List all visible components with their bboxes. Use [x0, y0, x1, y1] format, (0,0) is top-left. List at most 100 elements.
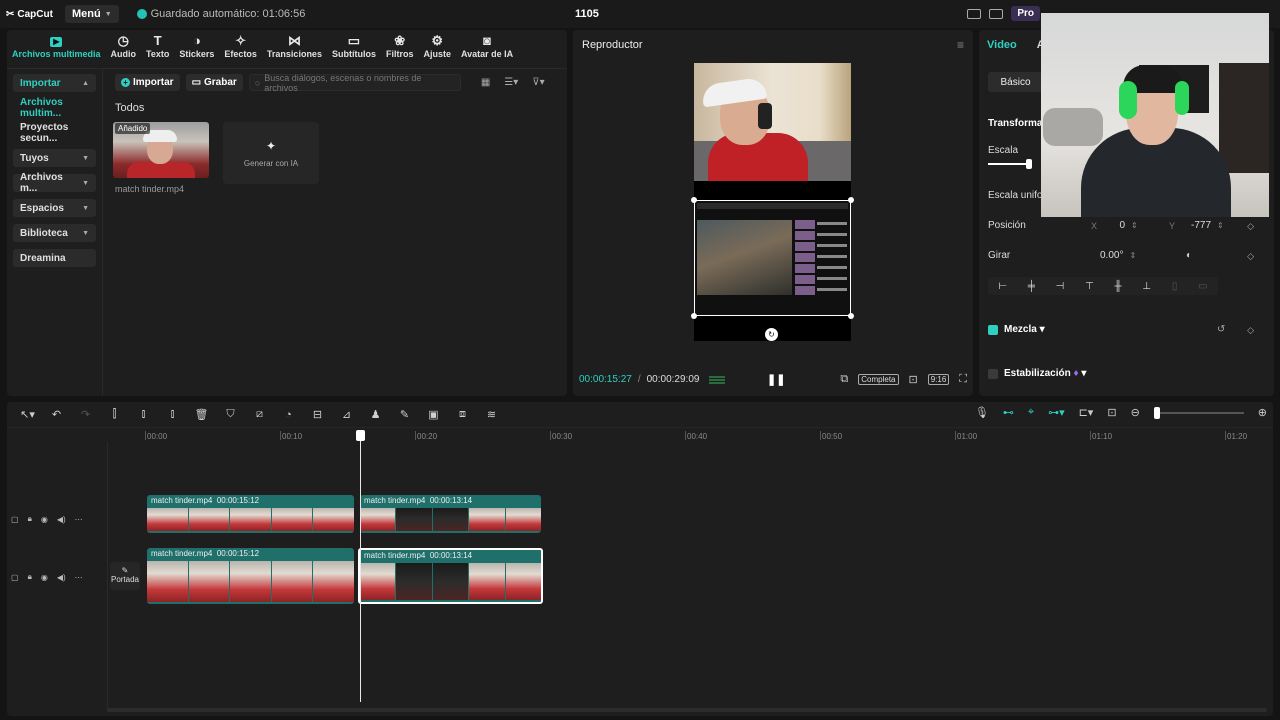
keyframe-icon[interactable]: ◇ — [1247, 221, 1254, 232]
audio-wave-icon[interactable]: ≋ — [477, 408, 506, 421]
delete-icon[interactable]: 🗑 — [187, 408, 216, 421]
remove-bg-icon[interactable]: ♟ — [361, 408, 390, 421]
fit-mode-button[interactable]: Completa — [858, 373, 899, 385]
filter-icon[interactable]: ⊽▾ — [532, 77, 544, 88]
rotate-dial-icon[interactable]: ◐ — [1186, 250, 1192, 261]
playhead[interactable] — [356, 430, 365, 702]
tab-video[interactable]: Video — [987, 39, 1017, 51]
resize-handle[interactable] — [848, 197, 854, 203]
volume-icon[interactable]: ◀) — [57, 573, 66, 582]
playhead-handle[interactable] — [356, 430, 365, 441]
link-icon[interactable]: ⊶▾ — [1048, 406, 1065, 419]
search-input[interactable]: ○ Busca diálogos, escenas o nombres de ar… — [248, 73, 461, 93]
fullscreen-icon[interactable]: ⛶ — [959, 373, 967, 386]
resize-handle[interactable] — [848, 313, 854, 319]
replace-icon[interactable]: ⧈ — [448, 408, 477, 421]
main-track-magnet-icon[interactable]: ⊷ — [1003, 406, 1014, 419]
split-right-icon[interactable]: ⫾ — [158, 408, 187, 421]
crop-tool-icon[interactable]: ⧄ — [245, 408, 274, 421]
align-center-v-icon[interactable]: ╫ — [1115, 281, 1122, 292]
timeline-clip[interactable]: match tinder.mp4 00:00:15:12 — [147, 548, 354, 604]
aspect-ratio-button[interactable]: 9:16 — [927, 373, 950, 385]
media-item[interactable]: Añadido match tinder.mp4 — [113, 122, 209, 194]
speed-icon[interactable]: ◔ — [274, 409, 303, 421]
layout-icon[interactable] — [967, 8, 982, 19]
scale-slider[interactable] — [988, 159, 1032, 169]
preview-axis-icon[interactable]: ⊏▾ — [1079, 406, 1094, 419]
freeze-icon[interactable]: ⊟ — [303, 408, 332, 421]
sidebar-item-archives[interactable]: Archivos m... ▼ — [13, 172, 96, 194]
more-icon[interactable]: ⋯ — [75, 573, 83, 582]
shortcuts-icon[interactable] — [989, 8, 1004, 19]
tab-transitions[interactable]: ⋈ Transiciones — [262, 34, 327, 62]
zoom-fit-icon[interactable]: ⊡ — [909, 373, 918, 386]
video-preview[interactable]: ↻ — [691, 63, 854, 341]
zoom-slider-knob[interactable] — [1153, 406, 1160, 419]
track-toggle-icon[interactable]: ▢ — [11, 515, 19, 524]
microphone-icon[interactable]: 🎙 — [975, 406, 989, 419]
pos-x-value[interactable]: 0 — [1103, 220, 1125, 231]
media-thumbnail[interactable]: Añadido — [113, 122, 209, 178]
zoom-slider[interactable] — [1153, 406, 1244, 419]
main-menu-button[interactable]: Menú ▼ — [64, 5, 119, 23]
hd-icon[interactable]: ▣ — [419, 408, 448, 421]
tab-media[interactable]: ▶ Archivos multimedia — [7, 37, 106, 62]
sidebar-item-library[interactable]: Biblioteca ▼ — [13, 224, 96, 242]
cover-button[interactable]: ✎ Portada — [110, 562, 140, 590]
lock-icon[interactable]: 🔒︎ — [28, 572, 32, 582]
sidebar-item-spaces[interactable]: Espacios ▼ — [13, 199, 96, 217]
resize-handle[interactable] — [691, 313, 697, 319]
timeline-clip-selected[interactable]: match tinder.mp4 00:00:13:14 — [358, 548, 543, 604]
marker-icon[interactable]: ⛉ — [216, 408, 245, 421]
sidebar-item-dreamina[interactable]: Dreamina — [13, 249, 96, 267]
crop-icon[interactable]: ⧉ — [840, 373, 848, 386]
tab-adjust[interactable]: ⚙ Ajuste — [418, 34, 456, 62]
zoom-in-icon[interactable]: ⊕ — [1258, 406, 1267, 419]
more-icon[interactable]: ⋯ — [75, 515, 83, 524]
zoom-out-icon[interactable]: ⊖ — [1131, 406, 1140, 419]
sidebar-item-import[interactable]: Importar ▲ — [13, 74, 96, 92]
reset-icon[interactable]: ↺ — [1217, 324, 1225, 335]
align-right-icon[interactable]: ⊣ — [1056, 281, 1065, 292]
align-left-icon[interactable]: ⊢ — [998, 281, 1007, 292]
scale-slider-knob[interactable] — [1026, 159, 1032, 169]
timeline-clip[interactable]: match tinder.mp4 00:00:13:14 — [360, 495, 541, 533]
import-button[interactable]: + Importar — [115, 74, 180, 91]
tab-filters[interactable]: ❀ Filtros — [381, 34, 419, 62]
hamburger-menu-icon[interactable]: ≡ — [957, 38, 964, 52]
magic-icon[interactable]: ✎ — [390, 408, 419, 421]
tab-effects[interactable]: ✧ Efectos — [219, 34, 262, 62]
auto-snap-icon[interactable]: ⌖ — [1028, 406, 1034, 419]
position-x-field[interactable]: X 0 ⇕ — [1091, 220, 1138, 231]
split-left-icon[interactable]: ⫾ — [129, 408, 158, 421]
volume-icon[interactable]: ◀) — [57, 515, 66, 524]
tab-audio[interactable]: ◷ Audio — [106, 34, 142, 62]
rotate-value[interactable]: 0.00° — [1100, 250, 1123, 261]
blend-checkbox[interactable] — [988, 325, 998, 335]
preview-screen-layer[interactable] — [694, 200, 851, 316]
tab-stickers[interactable]: ◑ Stickers — [174, 34, 219, 62]
align-center-h-icon[interactable]: ╪ — [1028, 281, 1035, 292]
stepper-icon[interactable]: ⇕ — [1217, 221, 1224, 230]
captions-icon[interactable]: ⊡ — [1107, 406, 1116, 419]
eye-icon[interactable]: ◉ — [41, 515, 48, 524]
timeline-clip[interactable]: match tinder.mp4 00:00:15:12 — [147, 495, 354, 533]
position-y-field[interactable]: Y -777 ⇕ — [1169, 220, 1224, 231]
tab-ai-avatar[interactable]: ◙ Avatar de IA — [456, 34, 518, 62]
resize-handle[interactable] — [691, 197, 697, 203]
grid-view-icon[interactable]: ▦ — [481, 77, 490, 88]
mirror-icon[interactable]: ⊿ — [332, 408, 361, 421]
timeline-ruler[interactable]: 00:00 00:10 00:20 00:30 00:40 00:50 01:0… — [144, 430, 1273, 442]
tab-text[interactable]: T Texto — [141, 34, 174, 62]
rotate-field[interactable]: 0.00° ⇕ — [1100, 250, 1136, 261]
generate-ai-card[interactable]: ✦ Generar con IA — [223, 122, 319, 184]
sidebar-item-media-files[interactable]: Archivos multim... — [13, 97, 96, 119]
record-button[interactable]: ▭ Grabar — [185, 74, 243, 91]
sort-icon[interactable]: ☰▾ — [504, 77, 518, 88]
timeline-scrollbar[interactable] — [107, 708, 1267, 712]
lock-icon[interactable]: 🔒︎ — [28, 514, 32, 524]
sidebar-item-secondary-projects[interactable]: Proyectos secun... — [13, 122, 96, 144]
split-icon[interactable]: ⫿ — [100, 408, 129, 421]
keyframe-icon[interactable]: ◇ — [1247, 325, 1254, 336]
basic-tab-button[interactable]: Básico — [988, 72, 1043, 92]
